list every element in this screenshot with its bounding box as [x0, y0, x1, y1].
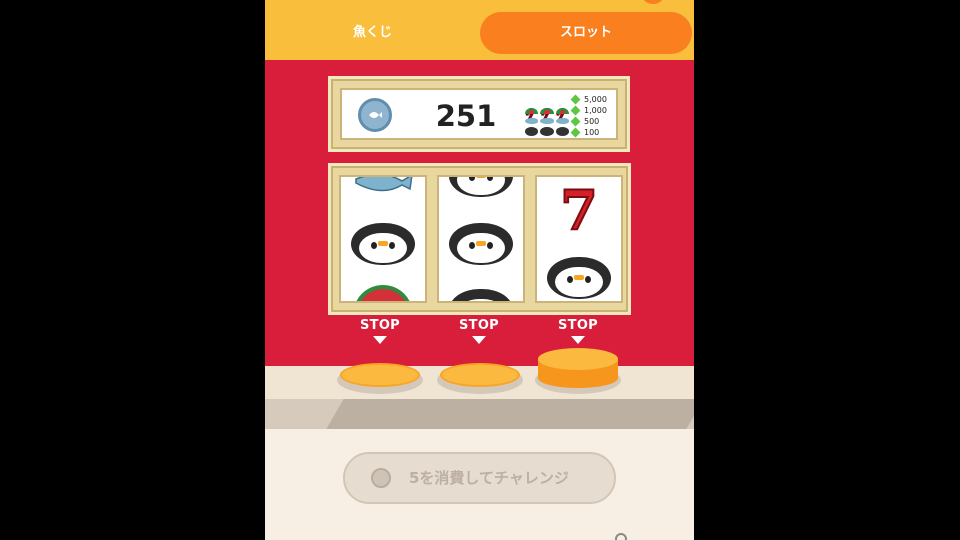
penguin-icon — [449, 289, 513, 301]
counter-shadow — [265, 399, 694, 429]
paytable-row-seven: 5,000 — [525, 92, 620, 142]
penguin-icon — [555, 127, 569, 136]
fish-icon — [555, 118, 569, 124]
fish-icon — [525, 118, 539, 124]
reel-3: 7 — [535, 175, 623, 303]
seven-icon: 7 — [559, 178, 599, 242]
penguin-icon — [449, 223, 513, 265]
watermelon-icon — [525, 108, 539, 114]
paytable-row-penguin: 100 — [525, 127, 620, 138]
credit-count: 251 — [435, 99, 497, 133]
paytable-row-fish: 500 — [525, 116, 620, 127]
fish-coin-icon — [358, 98, 392, 132]
stop-label-3: STOP — [548, 318, 608, 344]
challenge-button[interactable]: 5を消費してチャレンジ — [343, 452, 616, 504]
stop-button-2[interactable] — [440, 363, 520, 387]
slot-machine: 251 5,000 1,000 500 — [265, 60, 694, 366]
paytable: 5,000 1,000 500 100 — [525, 92, 620, 142]
penguin-icon — [540, 127, 554, 136]
reel-1 — [339, 175, 427, 303]
fish-icon — [540, 118, 554, 124]
payout-value: 1,000 — [584, 106, 607, 115]
fish-icon — [355, 177, 413, 192]
payout-value: 100 — [584, 128, 600, 137]
stop-label-1: STOP — [350, 318, 410, 344]
tab-bar: 魚くじ スロット — [265, 0, 694, 60]
penguin-icon — [547, 257, 611, 299]
payout-value: 5,000 — [584, 95, 607, 104]
stop-button-1[interactable] — [340, 363, 420, 387]
challenge-button-label: 5を消費してチャレンジ — [409, 469, 569, 487]
tab-fish-lottery[interactable]: 魚くじ — [285, 12, 460, 54]
payout-panel: 251 5,000 1,000 500 — [328, 76, 630, 152]
slot-game-screen: 魚くじ スロット 251 5,000 — [265, 0, 694, 540]
payout-panel-inner: 251 5,000 1,000 500 — [340, 88, 620, 142]
watermelon-icon — [540, 108, 554, 114]
stop-button-3[interactable] — [538, 348, 618, 388]
down-arrow-icon — [373, 336, 387, 344]
reel-2 — [437, 175, 525, 303]
tab-slot[interactable]: スロット — [480, 12, 692, 54]
paytable-row-watermelon: 1,000 — [525, 105, 620, 116]
down-arrow-icon — [571, 336, 585, 344]
reels-frame: 7 — [328, 163, 631, 315]
fish-coin-icon — [371, 468, 391, 488]
stop-label-2: STOP — [449, 318, 509, 344]
menu-corner-icon[interactable] — [642, 0, 664, 4]
stop-text: STOP — [359, 318, 400, 333]
info-icon[interactable] — [615, 533, 627, 540]
stop-text: STOP — [458, 318, 499, 333]
stop-text: STOP — [557, 318, 598, 333]
penguin-icon — [449, 177, 513, 197]
gem-icon — [570, 127, 581, 138]
payout-value: 500 — [584, 117, 600, 126]
penguin-icon — [525, 127, 539, 136]
watermelon-icon — [555, 108, 569, 114]
down-arrow-icon — [472, 336, 486, 344]
gem-icon — [570, 94, 581, 105]
watermelon-icon — [353, 285, 413, 301]
penguin-icon — [351, 223, 415, 265]
gem-icon — [570, 116, 581, 127]
gem-icon — [570, 105, 581, 116]
